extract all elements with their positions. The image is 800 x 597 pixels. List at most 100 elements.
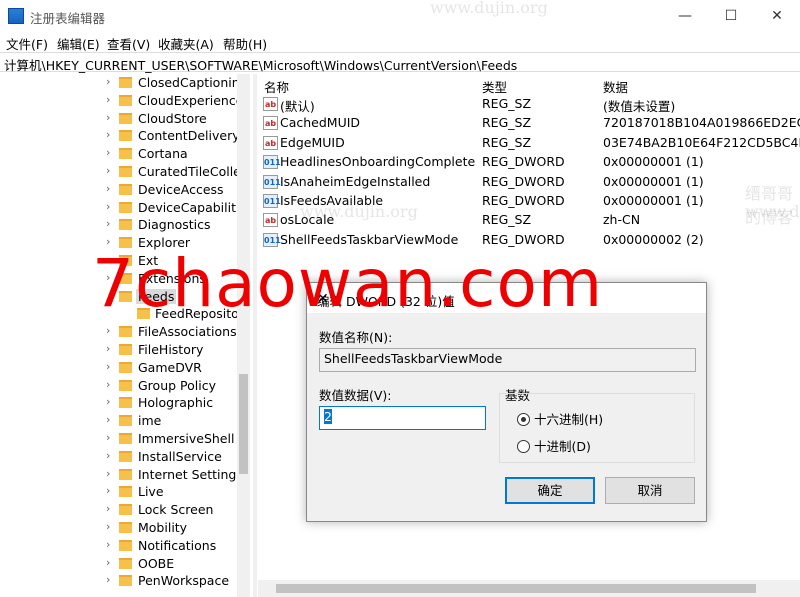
tree-item[interactable]: › CuratedTileCollections <box>0 163 237 181</box>
tree-item-label: Cortana <box>138 146 188 162</box>
tree-item[interactable]: › ClosedCaptioning <box>0 74 237 92</box>
value-row[interactable]: 011 HeadlinesOnboardingComplete REG_DWORD 0… <box>258 153 800 172</box>
value-data-label: 数值数据(V): <box>319 388 392 403</box>
tree-item[interactable]: › Cortana <box>0 145 237 163</box>
tree-item[interactable]: ⌄ Feeds <box>0 288 237 306</box>
tree-item[interactable]: › DeviceAccess <box>0 181 237 199</box>
maximize-button[interactable]: ☐ <box>708 0 754 32</box>
tree-item[interactable]: › ime <box>0 412 237 430</box>
chevron-right-icon[interactable]: › <box>106 128 110 141</box>
menu-favorites[interactable]: 收藏夹(A) <box>158 34 214 53</box>
tree-item[interactable]: FeedRepository <box>0 305 237 323</box>
minimize-button[interactable]: — <box>662 0 708 32</box>
tree-item[interactable]: › PenWorkspace <box>0 572 237 590</box>
chevron-down-icon[interactable]: ⌄ <box>106 289 115 302</box>
tree-item[interactable]: › CloudExperienceHost <box>0 92 237 110</box>
chevron-right-icon[interactable]: › <box>106 573 110 586</box>
chevron-right-icon[interactable]: › <box>106 253 110 266</box>
menu-file[interactable]: 文件(F) <box>6 34 48 53</box>
menu-view[interactable]: 查看(V) <box>107 34 150 53</box>
tree-item[interactable]: › Lock Screen <box>0 501 237 519</box>
tree-item[interactable]: › GameDVR <box>0 359 237 377</box>
chevron-right-icon[interactable]: › <box>106 93 110 106</box>
value-row[interactable]: ab CachedMUID REG_SZ 720187018B104A019866ED… <box>258 114 800 133</box>
tree-item[interactable]: › Internet Settings <box>0 466 237 484</box>
tree-vertical-scrollbar[interactable] <box>237 74 250 597</box>
tree-item[interactable]: › CloudStore <box>0 110 237 128</box>
tree-item[interactable]: › FileAssociations <box>0 323 237 341</box>
value-data: 0x00000001 (1) <box>603 173 704 189</box>
chevron-right-icon[interactable]: › <box>106 200 110 213</box>
chevron-right-icon[interactable]: › <box>106 467 110 480</box>
tree-item[interactable]: › Diagnostics <box>0 216 237 234</box>
value-name-field[interactable]: ShellFeedsTaskbarViewMode <box>319 348 696 372</box>
chevron-right-icon[interactable]: › <box>106 182 110 195</box>
tree-item[interactable]: › Group Policy <box>0 377 237 395</box>
pane-splitter[interactable] <box>253 74 257 597</box>
menu-help[interactable]: 帮助(H) <box>223 34 267 53</box>
value-row[interactable]: ab osLocale REG_SZ zh-CN <box>258 211 800 230</box>
dialog-close-button[interactable]: ✕ <box>317 291 696 307</box>
tree-item[interactable]: › Ext <box>0 252 237 270</box>
close-button[interactable]: ✕ <box>754 0 800 32</box>
dialog-title-bar: 编辑 DWORD (32 位)值 ✕ <box>307 283 706 313</box>
tree-item-label: Explorer <box>138 235 191 251</box>
chevron-right-icon[interactable]: › <box>106 324 110 337</box>
ok-button[interactable]: 确定 <box>505 477 595 504</box>
tree-item-label: OOBE <box>138 555 175 571</box>
tree-item[interactable]: › Live <box>0 483 237 501</box>
chevron-right-icon[interactable]: › <box>106 502 110 515</box>
chevron-right-icon[interactable]: › <box>106 395 110 408</box>
chevron-right-icon[interactable]: › <box>106 146 110 159</box>
tree-item[interactable]: › InstallService <box>0 448 237 466</box>
tree-item[interactable]: › FileHistory <box>0 341 237 359</box>
tree-item-label: Feeds <box>136 288 177 304</box>
tree-item[interactable]: › DeviceCapabilities <box>0 199 237 217</box>
chevron-right-icon[interactable]: › <box>106 520 110 533</box>
tree-item[interactable]: › Holographic <box>0 394 237 412</box>
tree-item[interactable]: › ImmersiveShell <box>0 430 237 448</box>
scroll-thumb[interactable] <box>239 374 248 474</box>
chevron-right-icon[interactable]: › <box>106 538 110 551</box>
tree-item[interactable]: › Explorer <box>0 234 237 252</box>
chevron-right-icon[interactable]: › <box>106 449 110 462</box>
value-type: REG_DWORD <box>482 173 565 189</box>
column-header-type[interactable]: 类型 <box>482 77 507 96</box>
scroll-thumb[interactable] <box>276 584 756 593</box>
tree-item[interactable]: › Extensions <box>0 270 237 288</box>
chevron-right-icon[interactable]: › <box>106 235 110 248</box>
chevron-right-icon[interactable]: › <box>106 217 110 230</box>
list-horizontal-scrollbar[interactable] <box>258 580 800 597</box>
column-header-name[interactable]: 名称 <box>264 77 289 96</box>
chevron-right-icon[interactable]: › <box>106 413 110 426</box>
tree-item[interactable]: › Mobility <box>0 519 237 537</box>
chevron-right-icon[interactable]: › <box>106 164 110 177</box>
value-row[interactable]: 011 IsAnaheimEdgeInstalled REG_DWORD 0x0000… <box>258 173 800 192</box>
chevron-right-icon[interactable]: › <box>106 271 110 284</box>
value-row[interactable]: ab EdgeMUID REG_SZ 03E74BA2B10E64F212CD5BC4… <box>258 134 800 153</box>
cancel-button[interactable]: 取消 <box>605 477 695 504</box>
chevron-right-icon[interactable]: › <box>106 75 110 88</box>
tree-item-label: Lock Screen <box>138 502 214 518</box>
chevron-right-icon[interactable]: › <box>106 556 110 569</box>
address-bar[interactable]: 计算机\HKEY_CURRENT_USER\SOFTWARE\Microsoft… <box>0 52 800 73</box>
hex-radio[interactable]: 十六进制(H) <box>517 409 603 428</box>
tree-item[interactable]: › Notifications <box>0 537 237 555</box>
folder-icon <box>119 361 132 373</box>
chevron-right-icon[interactable]: › <box>106 484 110 497</box>
menu-edit[interactable]: 编辑(E) <box>57 34 100 53</box>
column-header-data[interactable]: 数据 <box>603 77 628 96</box>
chevron-right-icon[interactable]: › <box>106 378 110 391</box>
value-row[interactable]: ab (默认) REG_SZ (数值未设置) <box>258 95 800 114</box>
chevron-right-icon[interactable]: › <box>106 342 110 355</box>
chevron-right-icon[interactable]: › <box>106 111 110 124</box>
tree-item-label: DeviceAccess <box>138 181 224 197</box>
chevron-right-icon[interactable]: › <box>106 360 110 373</box>
decimal-radio[interactable]: 十进制(D) <box>517 436 591 455</box>
value-data-field[interactable]: 2 <box>319 406 486 430</box>
chevron-right-icon[interactable]: › <box>106 431 110 444</box>
tree-item[interactable]: › ContentDeliveryManager <box>0 127 237 145</box>
value-row[interactable]: 011 ShellFeedsTaskbarViewMode REG_DWORD 0x0… <box>258 231 800 250</box>
value-row[interactable]: 011 IsFeedsAvailable REG_DWORD 0x00000001 (… <box>258 192 800 211</box>
tree-item[interactable]: › OOBE <box>0 555 237 573</box>
